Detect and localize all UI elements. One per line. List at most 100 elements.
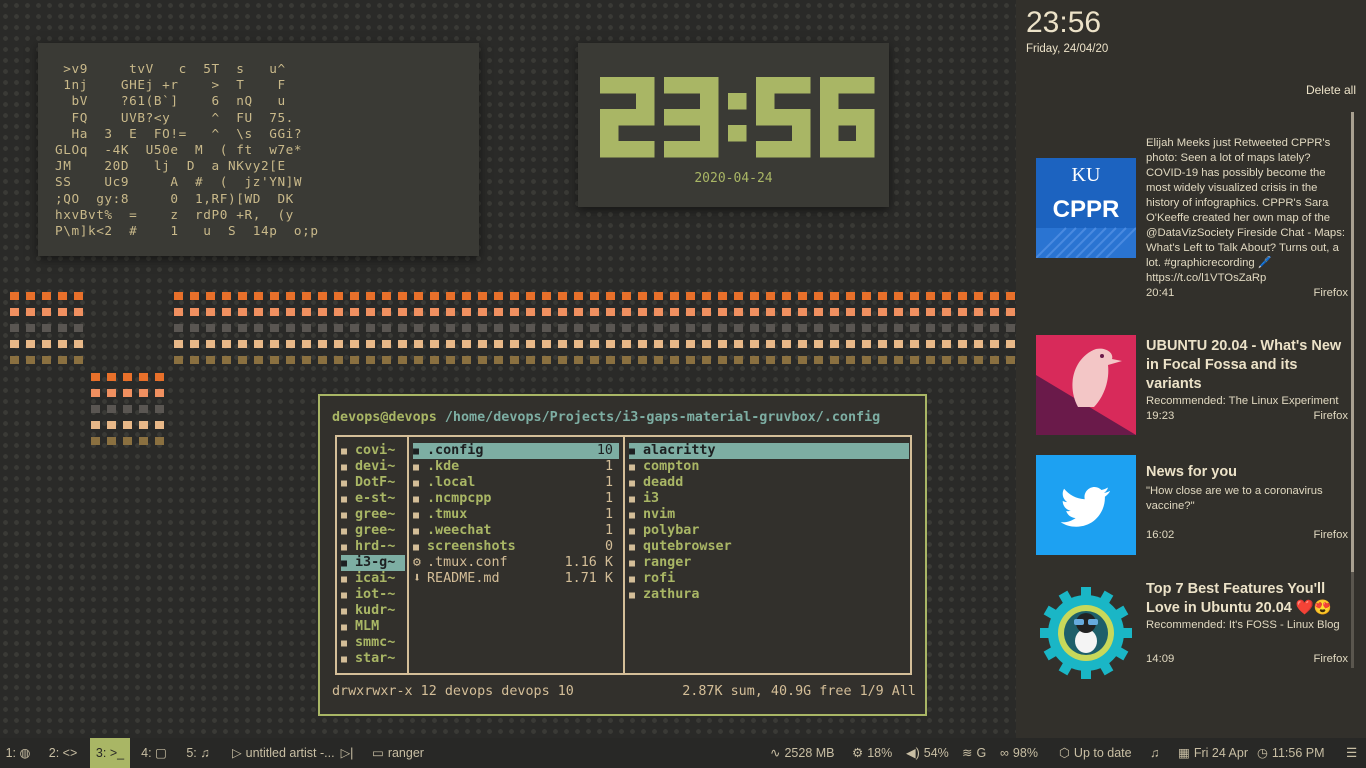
bar-block — [702, 340, 711, 348]
workspace-2[interactable]: 2: <> — [42, 738, 84, 768]
folder-icon: ■ — [413, 510, 420, 521]
file-row[interactable]: ■ .weechat 1 — [413, 523, 619, 539]
folder-icon: ■ — [341, 590, 348, 601]
file-row[interactable]: ■ i3 — [629, 491, 909, 507]
panel-scroll-thumb[interactable] — [1351, 112, 1354, 572]
file-row[interactable]: ■ .local 1 — [413, 475, 619, 491]
file-row[interactable]: ■ alacritty — [629, 443, 909, 459]
file-row[interactable]: ■ iot-~ — [341, 587, 405, 603]
file-row[interactable]: ■ devi~ — [341, 459, 405, 475]
battery-value: 98% — [1012, 746, 1038, 760]
bar-block — [123, 373, 132, 381]
file-row[interactable]: ■ icai~ — [341, 571, 405, 587]
bar-block — [830, 340, 839, 348]
workspace-3[interactable]: 3: >_ — [90, 738, 130, 768]
delete-all-button[interactable]: Delete all — [1306, 83, 1356, 97]
bar-block — [446, 292, 455, 300]
bar-block — [123, 421, 132, 429]
wifi-module[interactable]: ≋ G — [962, 738, 986, 768]
file-size: 1 — [604, 507, 613, 522]
volume-module[interactable]: ◀) 54% — [906, 738, 949, 768]
bar-block — [462, 292, 471, 300]
bar-block — [942, 324, 951, 332]
file-row[interactable]: ■ polybar — [629, 523, 909, 539]
file-row[interactable]: ■ ranger — [629, 555, 909, 571]
bar-block — [350, 324, 359, 332]
file-row[interactable]: ■ deadd — [629, 475, 909, 491]
notification-item[interactable]: News for you "How close are we to a coro… — [1036, 455, 1350, 555]
bar-block — [10, 324, 19, 332]
bar-block — [430, 292, 439, 300]
file-name: .tmux.conf — [427, 555, 508, 570]
bar-block — [510, 324, 519, 332]
file-row[interactable]: ■ compton — [629, 459, 909, 475]
folder-icon: ■ — [629, 526, 636, 537]
notification-item[interactable]: Top 7 Best Features You'll Love in Ubunt… — [1036, 580, 1350, 679]
bar-block — [318, 308, 327, 316]
file-row[interactable]: ■ kudr~ — [341, 603, 405, 619]
file-row[interactable]: ■ .ncmpcpp 1 — [413, 491, 619, 507]
file-row[interactable]: ■ gree~ — [341, 507, 405, 523]
notifications-bell[interactable]: ♫ — [1150, 738, 1163, 768]
bar-block — [155, 373, 164, 381]
bar-block — [590, 308, 599, 316]
bar-block — [798, 340, 807, 348]
notification-source: Firefox — [1313, 653, 1348, 665]
next-track-icon[interactable]: ▷| — [341, 746, 354, 760]
file-row[interactable]: ■ screenshots 0 — [413, 539, 619, 555]
bar-block — [558, 340, 567, 348]
volume-icon: ◀) — [906, 746, 920, 760]
media-player[interactable]: ▷ untitled artist -... ▷| — [232, 738, 353, 768]
folder-icon: ■ — [341, 622, 348, 633]
bar-block — [206, 292, 215, 300]
bar-block — [494, 340, 503, 348]
file-row[interactable]: ■ gree~ — [341, 523, 405, 539]
file-row[interactable]: ■ nvim — [629, 507, 909, 523]
notification-item[interactable]: KU CPPR Elijah Meeks just Retweeted CPPR… — [1036, 136, 1350, 306]
down-arrow-icon: ⬇ — [413, 571, 422, 586]
file-row[interactable]: ⚙ .tmux.conf 1.16 K — [413, 555, 619, 571]
file-row[interactable]: ■ MLM — [341, 619, 405, 635]
bar-block — [350, 292, 359, 300]
file-row[interactable]: ■ hrd-~ — [341, 539, 405, 555]
notification-item[interactable]: UBUNTU 20.04 - What's New in Focal Fossa… — [1036, 335, 1350, 435]
bar-block — [139, 421, 148, 429]
cppr-logo: KU CPPR — [1036, 158, 1136, 258]
bar-block — [894, 356, 903, 364]
file-row[interactable]: ■ .kde 1 — [413, 459, 619, 475]
bar-block — [990, 340, 999, 348]
bar-block — [526, 308, 535, 316]
file-row[interactable]: ■ .config 10 — [413, 443, 619, 459]
bar-block — [654, 356, 663, 364]
file-row[interactable]: ■ smmc~ — [341, 635, 405, 651]
workspace-5[interactable]: 5: ♫ — [178, 738, 218, 768]
file-row[interactable]: ■ DotF~ — [341, 475, 405, 491]
file-row[interactable]: ■ zathura — [629, 587, 909, 603]
file-row[interactable]: ⬇ README.md 1.71 K — [413, 571, 619, 587]
bar-block — [107, 405, 116, 413]
file-row[interactable]: ■ .tmux 1 — [413, 507, 619, 523]
bar-block — [814, 292, 823, 300]
file-row[interactable]: ■ star~ — [341, 651, 405, 667]
file-row[interactable]: ■ qutebrowser — [629, 539, 909, 555]
bar-block — [558, 292, 567, 300]
file-row[interactable]: ■ rofi — [629, 571, 909, 587]
bar-block — [686, 308, 695, 316]
bar-block — [878, 356, 887, 364]
ranger-terminal[interactable]: devops@devops /home/devops/Projects/i3-g… — [318, 394, 927, 716]
bar-block — [107, 421, 116, 429]
file-row[interactable]: ■ i3-g~ — [341, 555, 405, 571]
bar-block — [155, 437, 164, 445]
twitter-icon — [1036, 455, 1136, 555]
bar-block — [1006, 308, 1015, 316]
workspace-1[interactable]: 1: ◍ — [0, 738, 36, 768]
file-row[interactable]: ■ covi~ — [341, 443, 405, 459]
bar-block — [814, 308, 823, 316]
file-row[interactable]: ■ e-st~ — [341, 491, 405, 507]
updates-module[interactable]: ⬡ Up to date — [1059, 738, 1132, 768]
current-column: ■ .config 10 ■ .kde 1 ■ .local 1 ■ .ncmpcpp 1 ■ .tmux… — [413, 443, 619, 587]
bar-block — [58, 340, 67, 348]
notification-center-toggle[interactable]: ☰ — [1346, 738, 1357, 768]
workspace-4[interactable]: 4: ▢ — [136, 738, 172, 768]
file-size: 0 — [604, 539, 613, 554]
